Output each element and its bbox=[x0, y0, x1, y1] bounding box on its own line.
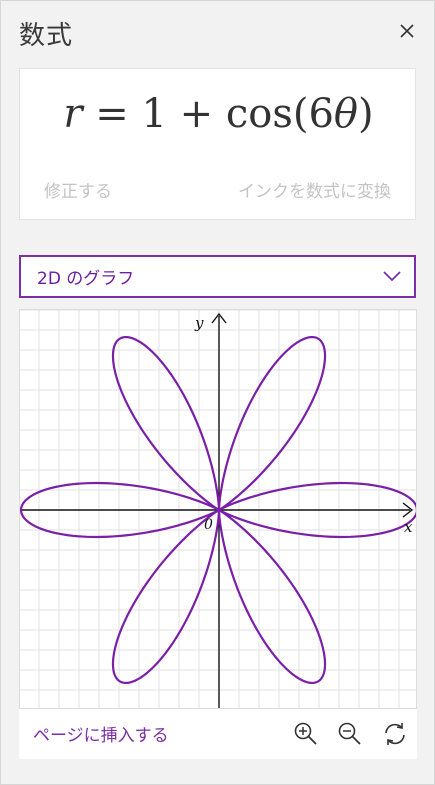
equation-theta: θ bbox=[333, 91, 359, 137]
reset-view-button[interactable] bbox=[382, 721, 408, 747]
equation-lhs: r bbox=[63, 91, 83, 137]
equation-display: r = 1 + cos(6θ) bbox=[20, 91, 417, 137]
close-button[interactable] bbox=[393, 17, 421, 45]
graph-footer: ページに挿入する bbox=[19, 709, 417, 759]
close-icon bbox=[400, 24, 414, 38]
graph-canvas[interactable]: x y 0 bbox=[19, 309, 417, 709]
equation-equals: = bbox=[82, 91, 142, 137]
origin-label: 0 bbox=[204, 517, 213, 533]
graph-type-selected: 2D のグラフ bbox=[37, 269, 135, 289]
zoom-out-icon bbox=[338, 722, 361, 745]
y-axis-label: y bbox=[194, 314, 204, 332]
equation-rhs-suffix: ) bbox=[358, 91, 374, 137]
zoom-in-icon bbox=[294, 722, 317, 745]
reset-view-icon bbox=[385, 723, 405, 745]
panel-title: 数式 bbox=[19, 21, 74, 51]
equation-card: r = 1 + cos(6θ) 修正する インクを数式に変換 bbox=[19, 68, 416, 220]
chevron-down-icon bbox=[383, 271, 401, 282]
panel-header: 数式 bbox=[1, 1, 435, 63]
equation-rhs-prefix: 1 + cos(6 bbox=[141, 91, 334, 137]
polar-graph: x y 0 bbox=[20, 310, 416, 708]
insert-to-page-button[interactable]: ページに挿入する bbox=[33, 721, 169, 746]
convert-ink-button[interactable]: インクを数式に変換 bbox=[238, 177, 391, 202]
graph-type-dropdown[interactable]: 2D のグラフ bbox=[19, 255, 416, 298]
zoom-in-button[interactable] bbox=[293, 721, 319, 747]
zoom-out-button[interactable] bbox=[337, 721, 363, 747]
x-axis-label: x bbox=[404, 518, 413, 536]
fix-button[interactable]: 修正する bbox=[44, 177, 112, 202]
